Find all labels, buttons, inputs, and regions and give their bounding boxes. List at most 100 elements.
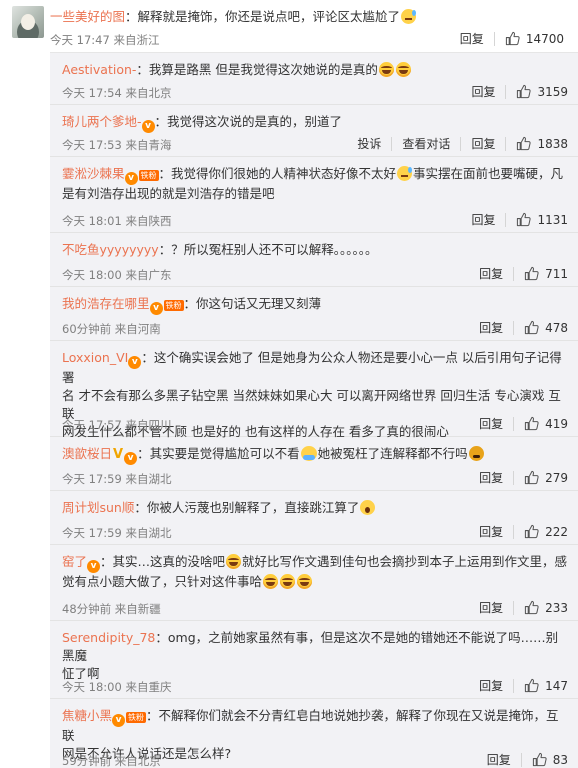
reply-actions: 回复 83 [487, 751, 568, 768]
thumbs-up-icon [524, 678, 539, 693]
divider [513, 678, 515, 693]
reply-actions: 回复 147 [479, 677, 568, 694]
like-button[interactable]: 14700 [505, 31, 564, 46]
divider [460, 136, 462, 151]
thumbs-up-icon [524, 320, 539, 335]
reply-actions: 投诉 查看对话 回复 1838 [357, 135, 568, 152]
user-avatar[interactable] [12, 6, 44, 38]
reply-button[interactable]: 回复 [471, 211, 495, 228]
top-comment-time: 今天 17:47 [50, 33, 110, 47]
top-comment-text-line: 一些美好的图：解释就是掩饰，你还是说点吧，评论区太尴尬了 [50, 9, 572, 25]
like-button[interactable]: 1131 [516, 212, 568, 227]
report-button[interactable]: 投诉 [357, 135, 381, 152]
verified-v-icon: V [113, 447, 124, 462]
reply-meta: 今天 18:00 来自广东 [62, 267, 171, 283]
like-count: 147 [545, 678, 568, 693]
top-comment-actions: 回复 14700 [460, 30, 564, 47]
like-count: 419 [545, 416, 568, 431]
reply-actions: 回复 419 [479, 415, 568, 432]
thumbs-up-icon [505, 31, 520, 46]
reply-username[interactable]: 我的浩存在哪里 [62, 296, 150, 311]
reply-button[interactable]: 回复 [471, 135, 495, 152]
reply-content: 窑了 v ：其实…这真的没啥吧 就好比写作文遇到佳句也会摘抄到本子上运用到作文里，感觉… [62, 553, 570, 591]
like-button[interactable]: 3159 [516, 84, 568, 99]
reply-button[interactable]: 回复 [479, 523, 503, 540]
reply-content: 琦儿两个爹地-v ：我觉得这次说的是真的，别道了 [62, 113, 570, 133]
reply-meta: 59分钟前 来自北京 [62, 753, 161, 768]
like-button[interactable]: 419 [524, 416, 568, 431]
reply-meta: 今天 17:59 来自湖北 [62, 525, 171, 541]
reply-button[interactable]: 回复 [479, 469, 503, 486]
reply-username[interactable]: 周计划sun顺 [62, 500, 134, 515]
reply-username[interactable]: 霎淞沙棘果 [62, 166, 125, 181]
reply-username[interactable]: Aestivation- [62, 62, 136, 77]
reply-button[interactable]: 回复 [479, 415, 503, 432]
reply-button[interactable]: 回复 [471, 83, 495, 100]
top-comment-meta: 今天 17:47 来自浙江 [50, 32, 159, 48]
reply-button[interactable]: 回复 [460, 30, 484, 47]
like-button[interactable]: 222 [524, 524, 568, 539]
sweat-emoji-icon [401, 9, 417, 24]
like-button[interactable]: 1838 [516, 136, 568, 151]
thumbs-up-icon [517, 136, 532, 151]
like-button[interactable]: 233 [524, 600, 568, 615]
top-comment-location: 来自浙江 [113, 33, 160, 47]
like-button[interactable]: 279 [524, 470, 568, 485]
reply-username[interactable]: 澳歆桜日 [62, 446, 112, 461]
reply-text: ：你被人污蔑也别解释了，直接跳江算了 [134, 500, 360, 515]
reply-location: 来自广东 [125, 268, 172, 282]
reply-item: Loxxion_VI v ：这个确实误会她了 但是她身为公众人物还是要小心一点 以后… [50, 341, 578, 439]
reply-text: ：你这句话又无理又刻薄 [183, 296, 322, 311]
reply-button[interactable]: 回复 [479, 677, 503, 694]
reply-location: 来自重庆 [125, 680, 172, 694]
reply-item: 窑了 v ：其实…这真的没啥吧 就好比写作文遇到佳句也会摘抄到本子上运用到作文里，感觉… [50, 545, 578, 621]
divider [513, 524, 515, 539]
like-button[interactable]: 83 [532, 752, 568, 767]
divider [505, 212, 507, 227]
reply-username[interactable]: 焦糖小黑 [62, 708, 112, 723]
vip-badge-icon: v [112, 714, 126, 727]
reply-time: 48分钟前 [62, 602, 112, 616]
like-count: 3159 [537, 84, 568, 99]
reply-time: 59分钟前 [62, 754, 112, 768]
divider [505, 136, 507, 151]
vip-badge-icon: v [149, 302, 163, 315]
reply-username[interactable]: 琦儿两个爹地- [62, 114, 142, 129]
hug-emoji-icon [300, 446, 317, 461]
reply-location: 来自青海 [125, 138, 172, 152]
reply-location: 来自北京 [114, 754, 161, 768]
thumbs-up-icon [524, 470, 539, 485]
like-count: 14700 [525, 31, 564, 46]
fan-badge: 铁粉 [138, 170, 159, 181]
reply-button[interactable]: 回复 [487, 751, 511, 768]
top-comment-username[interactable]: 一些美好的图 [50, 9, 125, 24]
reply-button[interactable]: 回复 [479, 599, 503, 616]
like-button[interactable]: 478 [524, 320, 568, 335]
reply-username[interactable]: Loxxion_VI [62, 350, 128, 365]
like-button[interactable]: 147 [524, 678, 568, 693]
thumbs-up-icon [524, 266, 539, 281]
reply-username[interactable]: 不吃鱼yyyyyyyy [62, 242, 159, 257]
reply-username[interactable]: 窑了 [62, 554, 87, 569]
reply-meta: 今天 17:54 来自北京 [62, 85, 171, 101]
reply-content: 不吃鱼yyyyyyyy：？所以冤枉别人还不可以解释。。。。。。 [62, 241, 570, 259]
reply-button[interactable]: 回复 [479, 265, 503, 282]
reply-meta: 今天 17:57 来自四川 [62, 417, 171, 433]
like-count: 1131 [537, 212, 568, 227]
reply-button[interactable]: 回复 [479, 319, 503, 336]
reply-item: 不吃鱼yyyyyyyy：？所以冤枉别人还不可以解释。。。。。。 今天 18:00… [50, 233, 578, 287]
like-count: 478 [545, 320, 568, 335]
reply-username[interactable]: Serendipity_78 [62, 630, 155, 645]
reply-location: 来自河南 [114, 322, 161, 336]
reply-meta: 今天 17:59 来自湖北 [62, 471, 171, 487]
view-dialog-button[interactable]: 查看对话 [402, 135, 450, 152]
divider [493, 31, 495, 46]
like-button[interactable]: 711 [524, 266, 568, 281]
reply-time: 今天 18:01 [62, 214, 122, 228]
vip-badge-icon: v [141, 120, 155, 133]
reply-time: 今天 18:00 [62, 680, 122, 694]
top-comment-text: ：解释就是掩饰，你还是说点吧，评论区太尴尬了 [125, 9, 401, 24]
like-count: 222 [545, 524, 568, 539]
reply-content: Serendipity_78：omg，之前她家虽然有事，但是这次不是她的错她还不… [62, 629, 570, 683]
reply-text: ：其实…这真的没啥吧 [100, 554, 226, 569]
